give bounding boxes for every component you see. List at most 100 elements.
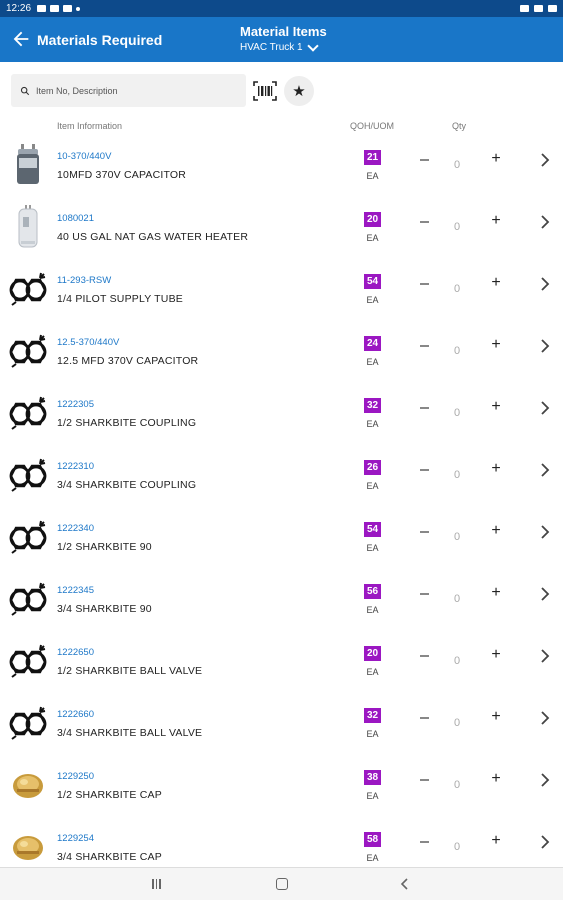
quantity-value: 0 — [454, 841, 461, 853]
decrement-button[interactable] — [417, 835, 431, 849]
minus-icon — [419, 531, 429, 533]
increment-button[interactable]: + — [489, 398, 503, 415]
list-item[interactable]: 1222650 1/2 SHARKBITE BALL VALVE 20 EA 0 + — [0, 631, 563, 693]
increment-button[interactable]: + — [489, 770, 503, 787]
uom-label: EA — [366, 729, 379, 739]
minus-icon — [419, 655, 429, 657]
increment-button[interactable]: + — [489, 274, 503, 291]
decrement-button[interactable] — [417, 401, 431, 415]
item-number-link[interactable]: 1222305 — [57, 399, 94, 410]
star-icon: ★ — [292, 83, 306, 100]
item-thumbnail — [7, 640, 49, 682]
barcode-scan-icon[interactable] — [252, 79, 278, 103]
list-item[interactable]: 1222305 1/2 SHARKBITE COUPLING 32 EA 0 + — [0, 383, 563, 445]
item-number-link[interactable]: 12.5-370/440V — [57, 337, 119, 348]
back-label[interactable]: Materials Required — [37, 32, 162, 48]
decrement-button[interactable] — [417, 649, 431, 663]
status-bar: 12:26 — [0, 0, 563, 17]
chevron-right-icon[interactable] — [539, 773, 551, 787]
title-block: Material Items HVAC Truck 1 — [240, 24, 327, 53]
qoh-badge: 56 — [364, 584, 381, 599]
increment-button[interactable]: + — [489, 708, 503, 725]
decrement-button[interactable] — [417, 339, 431, 353]
item-number-link[interactable]: 1229254 — [57, 833, 94, 844]
system-nav-bar — [0, 867, 563, 900]
increment-button[interactable]: + — [489, 336, 503, 353]
list-item[interactable]: 12.5-370/440V 12.5 MFD 370V CAPACITOR 24 EA… — [0, 321, 563, 383]
increment-button[interactable]: + — [489, 832, 503, 849]
qoh-badge: 32 — [364, 398, 381, 413]
decrement-button[interactable] — [417, 277, 431, 291]
quantity-value: 0 — [454, 717, 461, 729]
item-number-link[interactable]: 1222340 — [57, 523, 94, 534]
item-number-link[interactable]: 1222345 — [57, 585, 94, 596]
decrement-button[interactable] — [417, 525, 431, 539]
list-item[interactable]: 1222340 1/2 SHARKBITE 90 54 EA 0 + — [0, 507, 563, 569]
home-icon[interactable] — [276, 878, 288, 890]
search-input[interactable] — [36, 85, 236, 96]
item-thumbnail — [7, 205, 49, 248]
item-description: 1/2 SHARKBITE BALL VALVE — [57, 665, 203, 677]
item-number-link[interactable]: 1080021 — [57, 213, 94, 224]
decrement-button[interactable] — [417, 773, 431, 787]
increment-button[interactable]: + — [489, 522, 503, 539]
item-number-link[interactable]: 1229250 — [57, 771, 94, 782]
item-thumbnail — [7, 764, 49, 806]
item-number-link[interactable]: 1222310 — [57, 461, 94, 472]
list-item[interactable]: 10-370/440V 10MFD 370V CAPACITOR 21 EA 0 + — [0, 135, 563, 197]
list-item[interactable]: 11-293-RSW 1/4 PILOT SUPPLY TUBE 54 EA 0 + — [0, 259, 563, 321]
list-item[interactable]: 1080021 40 US GAL NAT GAS WATER HEATER 20 E… — [0, 197, 563, 259]
decrement-button[interactable] — [417, 587, 431, 601]
quantity-value: 0 — [454, 779, 461, 791]
qoh-badge: 26 — [364, 460, 381, 475]
chevron-right-icon[interactable] — [539, 587, 551, 601]
qoh-badge: 32 — [364, 708, 381, 723]
wifi-icon — [534, 5, 543, 12]
page-title: Material Items — [240, 24, 327, 39]
chevron-right-icon[interactable] — [539, 215, 551, 229]
qoh-badge: 20 — [364, 646, 381, 661]
increment-button[interactable]: + — [489, 150, 503, 167]
uom-label: EA — [366, 667, 379, 677]
plus-icon: + — [491, 646, 501, 663]
list-item[interactable]: 1222660 3/4 SHARKBITE BALL VALVE 32 EA 0 + — [0, 693, 563, 755]
minus-icon — [419, 159, 429, 161]
item-number-link[interactable]: 10-370/440V — [57, 151, 111, 162]
item-description: 3/4 SHARKBITE 90 — [57, 603, 152, 615]
decrement-button[interactable] — [417, 711, 431, 725]
chevron-right-icon[interactable] — [539, 711, 551, 725]
decrement-button[interactable] — [417, 215, 431, 229]
increment-button[interactable]: + — [489, 584, 503, 601]
plus-icon: + — [491, 708, 501, 725]
item-description: 3/4 SHARKBITE COUPLING — [57, 479, 197, 491]
item-number-link[interactable]: 1222650 — [57, 647, 94, 658]
chevron-right-icon[interactable] — [539, 339, 551, 353]
nav-back-icon[interactable] — [400, 878, 410, 890]
search-icon — [20, 86, 30, 95]
chevron-right-icon[interactable] — [539, 835, 551, 849]
chevron-down-icon — [306, 39, 319, 52]
truck-selector-label: HVAC Truck 1 — [240, 42, 303, 53]
increment-button[interactable]: + — [489, 212, 503, 229]
chevron-right-icon[interactable] — [539, 401, 551, 415]
increment-button[interactable]: + — [489, 460, 503, 477]
chevron-right-icon[interactable] — [539, 153, 551, 167]
item-number-link[interactable]: 11-293-RSW — [57, 275, 111, 286]
truck-selector[interactable]: HVAC Truck 1 — [240, 39, 327, 53]
recents-icon[interactable] — [152, 879, 161, 889]
list-item[interactable]: 1229250 1/2 SHARKBITE CAP 38 EA 0 + — [0, 755, 563, 817]
chevron-right-icon[interactable] — [539, 525, 551, 539]
item-thumbnail — [7, 702, 49, 744]
decrement-button[interactable] — [417, 153, 431, 167]
chevron-right-icon[interactable] — [539, 463, 551, 477]
item-number-link[interactable]: 1222660 — [57, 709, 94, 720]
list-item[interactable]: 1222310 3/4 SHARKBITE COUPLING 26 EA 0 + — [0, 445, 563, 507]
chevron-right-icon[interactable] — [539, 277, 551, 291]
back-arrow-icon[interactable] — [10, 28, 32, 50]
favorites-button[interactable]: ★ — [284, 76, 314, 106]
list-item[interactable]: 1222345 3/4 SHARKBITE 90 56 EA 0 + — [0, 569, 563, 631]
item-thumbnail — [7, 454, 49, 496]
increment-button[interactable]: + — [489, 646, 503, 663]
decrement-button[interactable] — [417, 463, 431, 477]
chevron-right-icon[interactable] — [539, 649, 551, 663]
